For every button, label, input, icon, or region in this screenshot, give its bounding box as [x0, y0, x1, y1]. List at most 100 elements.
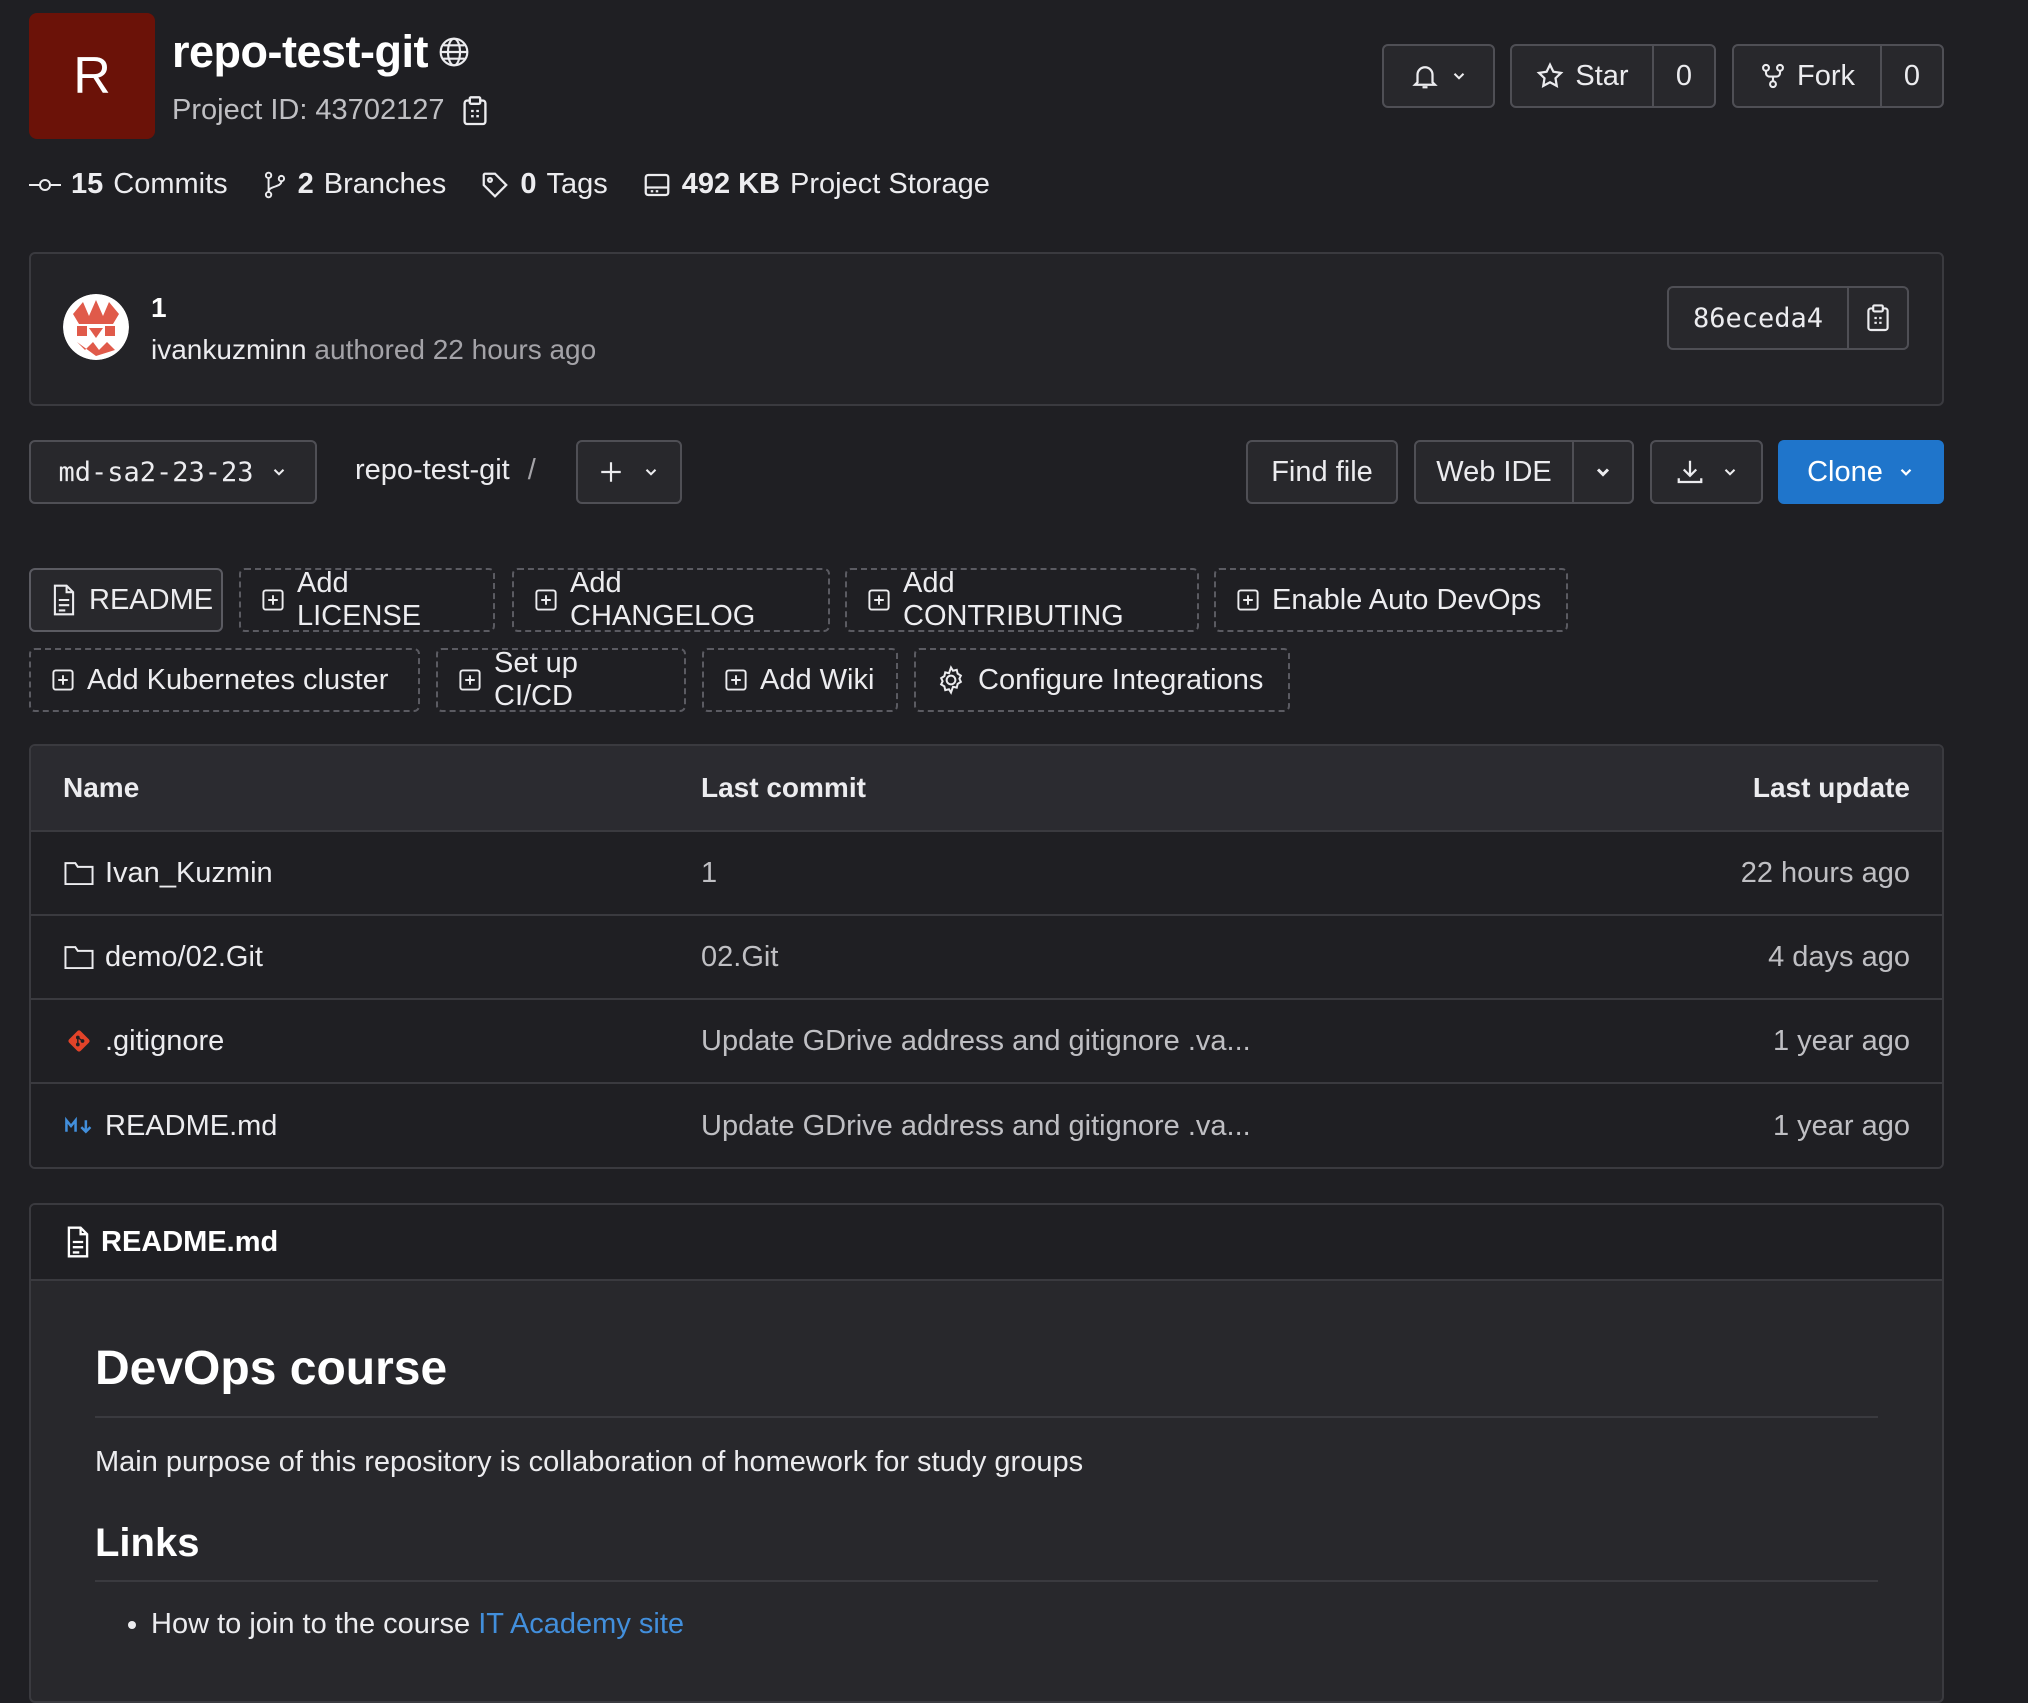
commit-author-line: ivankuzminn authored 22 hours ago [151, 334, 596, 366]
branches-stat[interactable]: 2 Branches [262, 168, 447, 201]
readme-heading: DevOps course [95, 1341, 1878, 1418]
notification-dropdown[interactable] [1382, 44, 1495, 108]
breadcrumb-repo[interactable]: repo-test-git [355, 454, 510, 487]
download-dropdown[interactable] [1650, 440, 1763, 504]
project-name[interactable]: repo-test-git [172, 26, 429, 78]
download-icon [1675, 457, 1705, 487]
it-academy-link[interactable]: IT Academy site [478, 1608, 684, 1640]
commits-stat[interactable]: 15 Commits [29, 168, 228, 201]
copy-project-id-icon[interactable] [462, 95, 488, 127]
fork-button[interactable]: Fork [1734, 46, 1880, 106]
file-last-commit[interactable]: Update GDrive address and gitignore .va.… [701, 1025, 1251, 1058]
clipboard-icon [1866, 303, 1890, 333]
header-name: Name [63, 772, 140, 803]
readme-filename[interactable]: README.md [101, 1226, 278, 1259]
clone-button[interactable]: Clone [1778, 440, 1944, 504]
chevron-down-icon [270, 463, 288, 481]
gear-icon [936, 665, 966, 695]
file-last-update: 1 year ago [1772, 1024, 1910, 1057]
markdown-icon [63, 1112, 95, 1140]
globe-icon [438, 36, 470, 68]
add-changelog-button[interactable]: Add CHANGELOG [512, 567, 830, 632]
add-license-label: Add LICENSE [297, 567, 422, 632]
readme-header: README.md [31, 1205, 1942, 1281]
plus-square-icon [1236, 588, 1260, 612]
star-button-group[interactable]: Star 0 [1510, 44, 1716, 108]
setup-cicd-button[interactable]: Set up CI/CD [436, 647, 686, 712]
enable-auto-devops-button[interactable]: Enable Auto DevOps [1214, 568, 1568, 632]
star-button[interactable]: Star [1512, 46, 1652, 106]
readme-panel: README.md DevOps course Main purpose of … [29, 1203, 1944, 1703]
web-ide-group: Web IDE [1414, 440, 1634, 504]
project-title-row: repo-test-git [172, 26, 470, 78]
author-avatar[interactable] [63, 294, 129, 360]
commit-author[interactable]: ivankuzminn [151, 334, 307, 365]
file-name[interactable]: demo/02.Git [105, 941, 263, 974]
file-name-cell[interactable]: README.md [63, 1110, 277, 1143]
commit-sha-group: 86eceda4 [1667, 286, 1909, 350]
tags-label: Tags [546, 168, 608, 200]
add-file-dropdown[interactable] [576, 440, 682, 504]
table-row[interactable]: .gitignore Update GDrive address and git… [31, 1000, 1942, 1084]
add-contributing-label: Add CONTRIBUTING [903, 567, 1124, 632]
file-last-update: 4 days ago [1768, 940, 1910, 973]
star-label: Star [1575, 59, 1629, 92]
readme-shortcut-button[interactable]: README [29, 568, 223, 632]
chevron-down-icon [1450, 67, 1468, 85]
file-name[interactable]: .gitignore [105, 1025, 224, 1058]
project-avatar[interactable]: R [29, 13, 155, 139]
file-name[interactable]: README.md [105, 1110, 277, 1143]
add-kubernetes-cluster-button[interactable]: Add Kubernetes cluster [29, 648, 420, 712]
file-name-cell[interactable]: .gitignore [63, 1025, 224, 1058]
fork-icon [1759, 61, 1787, 91]
file-last-commit[interactable]: 02.Git [701, 941, 778, 974]
chevron-down-icon [1593, 462, 1613, 482]
tags-count: 0 [520, 168, 537, 200]
folder-icon [63, 859, 95, 887]
branch-selector[interactable]: md-sa2-23-23 [29, 440, 317, 504]
branch-icon [262, 170, 288, 200]
file-name-cell[interactable]: demo/02.Git [63, 941, 263, 974]
fork-button-group[interactable]: Fork 0 [1732, 44, 1944, 108]
table-row[interactable]: Ivan_Kuzmin 1 22 hours ago [31, 832, 1942, 916]
file-last-update: 1 year ago [1772, 1109, 1910, 1142]
file-last-commit[interactable]: Update GDrive address and gitignore .va.… [701, 1110, 1251, 1143]
web-ide-dropdown[interactable] [1572, 442, 1632, 502]
list-item: How to join to the course IT Academy sit… [151, 1608, 1878, 1641]
breadcrumb: repo-test-git / [355, 454, 536, 487]
branch-name: md-sa2-23-23 [58, 456, 254, 488]
notification-button[interactable] [1384, 46, 1493, 106]
commit-sha[interactable]: 86eceda4 [1669, 288, 1847, 348]
copy-sha-button[interactable] [1847, 288, 1907, 348]
project-page: R repo-test-git Project ID: 43702127 Sta… [0, 0, 2028, 1703]
readme-links-heading: Links [95, 1521, 1878, 1582]
readme-intro: Main purpose of this repository is colla… [95, 1446, 1084, 1478]
file-name-cell[interactable]: Ivan_Kuzmin [63, 857, 273, 890]
tag-icon [480, 170, 510, 200]
storage-stat[interactable]: 492 KB Project Storage [642, 168, 990, 201]
star-count[interactable]: 0 [1652, 46, 1714, 106]
file-last-commit[interactable]: 1 [701, 857, 717, 890]
add-wiki-button[interactable]: Add Wiki [702, 648, 898, 712]
table-row[interactable]: README.md Update GDrive address and giti… [31, 1084, 1942, 1167]
plus-square-icon [534, 588, 558, 612]
file-last-update: 22 hours ago [1740, 856, 1910, 889]
fork-count[interactable]: 0 [1880, 46, 1942, 106]
branches-label: Branches [323, 168, 447, 200]
star-icon [1535, 61, 1565, 91]
add-contributing-button[interactable]: Add CONTRIBUTING [845, 567, 1199, 632]
file-name[interactable]: Ivan_Kuzmin [105, 857, 273, 890]
web-ide-button[interactable]: Web IDE [1416, 442, 1572, 502]
add-license-button[interactable]: Add LICENSE [239, 567, 495, 632]
find-file-button[interactable]: Find file [1246, 440, 1398, 504]
chevron-down-icon [642, 463, 660, 481]
add-wiki-label: Add Wiki [760, 663, 875, 696]
configure-integrations-button[interactable]: Configure Integrations [914, 648, 1290, 712]
tags-stat[interactable]: 0 Tags [480, 168, 608, 201]
document-icon [51, 584, 77, 616]
table-row[interactable]: demo/02.Git 02.Git 4 days ago [31, 916, 1942, 1000]
commit-message[interactable]: 1 [151, 292, 167, 324]
commits-label: Commits [113, 168, 228, 200]
storage-icon [642, 170, 672, 200]
add-changelog-label: Add CHANGELOG [570, 567, 756, 632]
